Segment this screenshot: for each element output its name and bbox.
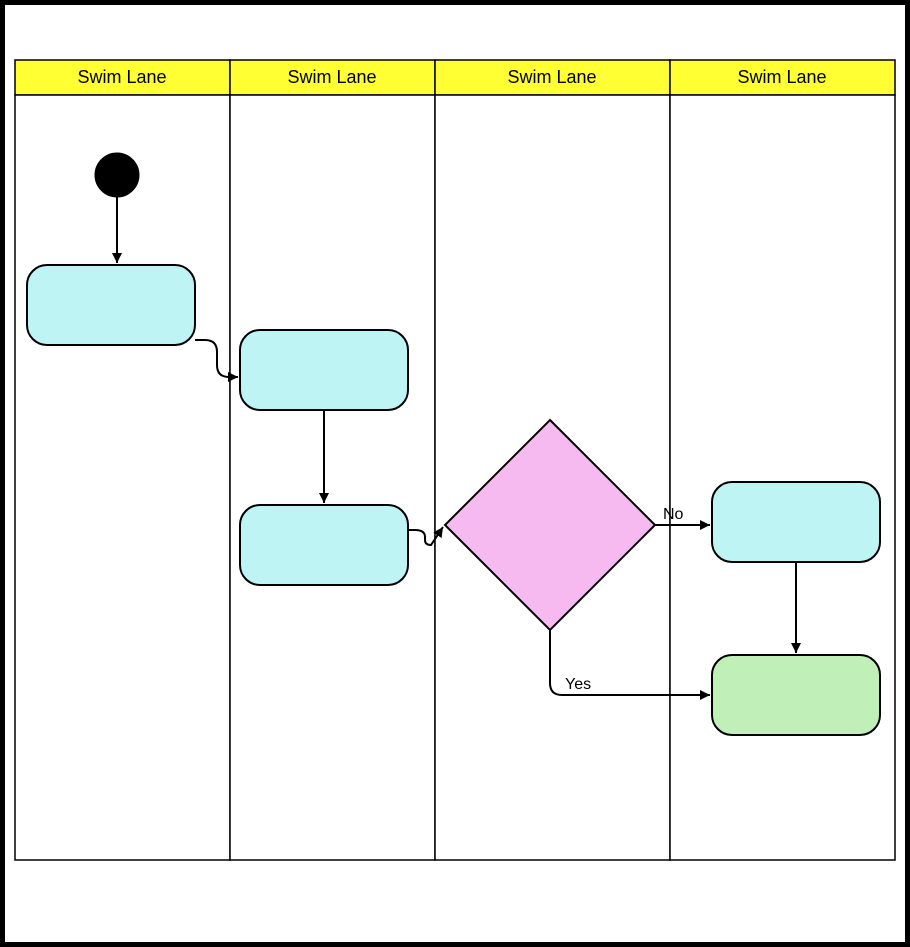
lane-label-2: Swim Lane [287,67,376,87]
activity-c[interactable] [240,505,408,585]
lane-label-4: Swim Lane [737,67,826,87]
activity-d[interactable] [712,482,880,562]
lane-label-1: Swim Lane [77,67,166,87]
lane-body-1 [15,95,230,860]
lane-body-4 [670,95,895,860]
activity-b[interactable] [240,330,408,410]
edge-label-yes: Yes [565,676,591,693]
activity-a[interactable] [27,265,195,345]
lane-body-2 [230,95,435,860]
lanes: Swim Lane Swim Lane Swim Lane Swim Lane [15,60,895,860]
activity-e[interactable] [712,655,880,735]
start-node[interactable] [95,153,139,197]
edge-label-no: No [663,506,684,523]
swimlane-diagram: Swim Lane Swim Lane Swim Lane Swim Lane [5,5,905,942]
diagram-frame: Swim Lane Swim Lane Swim Lane Swim Lane [0,0,910,947]
lane-label-3: Swim Lane [507,67,596,87]
